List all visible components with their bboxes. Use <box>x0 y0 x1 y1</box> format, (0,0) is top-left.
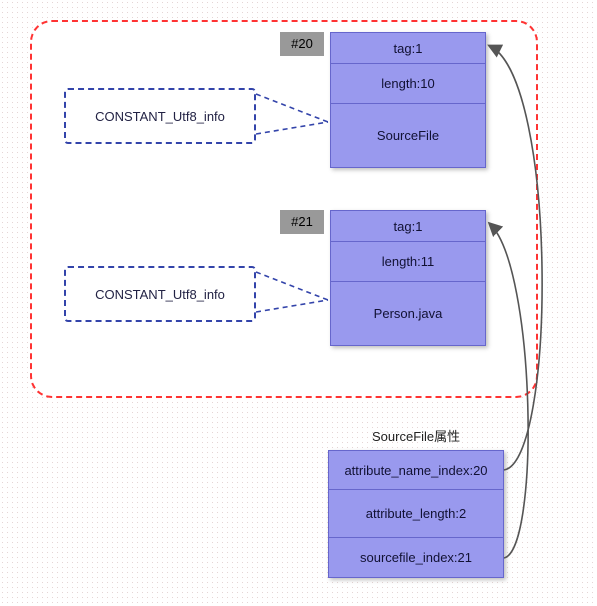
entry-21-stack: tag:1 length:11 Person.java <box>330 210 486 346</box>
attribute-title-text: SourceFile属性 <box>372 429 460 444</box>
attribute-stack: attribute_name_index:20 attribute_length… <box>328 450 504 578</box>
entry-21-callout: CONSTANT_Utf8_info <box>64 266 256 322</box>
entry-21-callout-text: CONSTANT_Utf8_info <box>95 287 225 302</box>
attribute-cell-name-index: attribute_name_index:20 <box>328 450 504 490</box>
entry-20-callout-tail <box>256 86 330 156</box>
entry-20-cell-length: length:10 <box>330 64 486 104</box>
entry-21-cell-length-text: length:11 <box>382 254 435 269</box>
attribute-title: SourceFile属性 <box>372 426 460 445</box>
diagram-canvas: #20 tag:1 length:10 SourceFile CONSTANT_… <box>0 0 597 606</box>
entry-21-cell-tag: tag:1 <box>330 210 486 242</box>
entry-21-callout-tail <box>256 264 330 334</box>
entry-20-cell-value: SourceFile <box>330 104 486 168</box>
entry-badge-20: #20 <box>280 32 324 56</box>
entry-21-cell-tag-text: tag:1 <box>394 219 423 234</box>
attribute-cell-length: attribute_length:2 <box>328 490 504 538</box>
entry-20-cell-value-text: SourceFile <box>377 128 439 143</box>
attribute-cell-length-text: attribute_length:2 <box>366 506 466 521</box>
entry-badge-20-text: #20 <box>291 36 313 51</box>
attribute-cell-sourcefile-index-text: sourcefile_index:21 <box>360 550 472 565</box>
constant-pool-group: #20 tag:1 length:10 SourceFile CONSTANT_… <box>30 20 538 398</box>
entry-20-callout-text: CONSTANT_Utf8_info <box>95 109 225 124</box>
entry-badge-21-text: #21 <box>291 214 313 229</box>
entry-20-cell-tag-text: tag:1 <box>394 41 423 56</box>
entry-20-stack: tag:1 length:10 SourceFile <box>330 32 486 168</box>
entry-20-callout: CONSTANT_Utf8_info <box>64 88 256 144</box>
entry-badge-21: #21 <box>280 210 324 234</box>
entry-21-cell-value-text: Person.java <box>374 306 443 321</box>
attribute-cell-name-index-text: attribute_name_index:20 <box>344 463 487 478</box>
attribute-cell-sourcefile-index: sourcefile_index:21 <box>328 538 504 578</box>
entry-21-cell-value: Person.java <box>330 282 486 346</box>
entry-20-cell-tag: tag:1 <box>330 32 486 64</box>
entry-21-cell-length: length:11 <box>330 242 486 282</box>
entry-20-cell-length-text: length:10 <box>381 76 435 91</box>
